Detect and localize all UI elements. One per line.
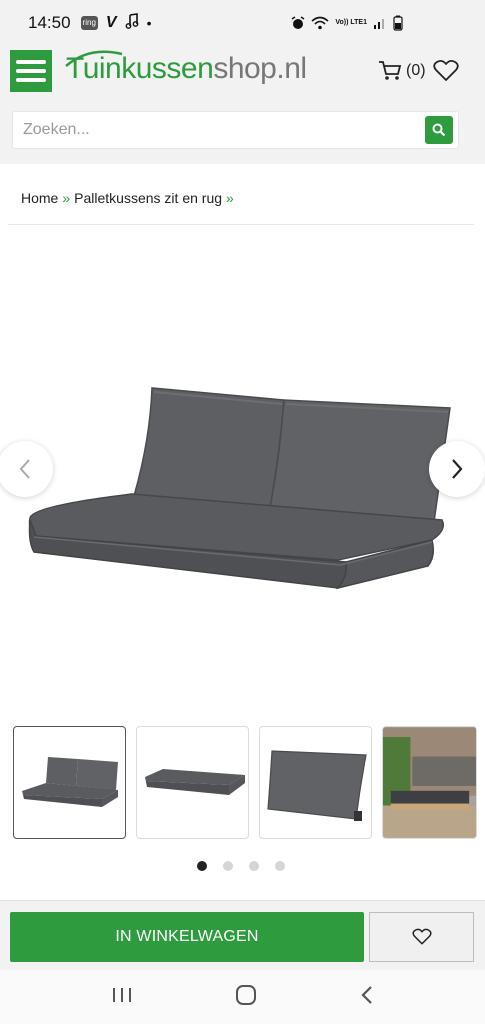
heart-icon bbox=[411, 928, 432, 945]
breadcrumb: Home » Palletkussens zit en rug » bbox=[21, 190, 234, 206]
divider bbox=[8, 224, 474, 225]
volte-indicator: Vo)) LTE1 bbox=[335, 19, 367, 26]
thumbnail-seat-and-back[interactable] bbox=[13, 726, 126, 839]
thumbnail-strip bbox=[13, 726, 477, 839]
pagination-dot-active[interactable] bbox=[197, 861, 207, 871]
system-navigation-bar bbox=[0, 970, 485, 1024]
status-left: 14:50 ring V • bbox=[28, 12, 152, 34]
chevron-right-icon bbox=[452, 459, 463, 479]
thumbnail-image bbox=[144, 768, 245, 795]
status-bar: 14:50 ring V • Vo)) LTE1 bbox=[0, 0, 485, 46]
heart-icon bbox=[433, 59, 459, 81]
recent-apps-icon bbox=[113, 987, 132, 1002]
search-icon bbox=[432, 123, 446, 137]
thumbnail-garden-scene[interactable] bbox=[382, 726, 477, 839]
signal-icon bbox=[373, 17, 387, 29]
add-to-cart-button[interactable]: IN WINKELWAGEN bbox=[10, 912, 364, 962]
notification-dot-icon: • bbox=[146, 15, 152, 31]
v-app-icon: V bbox=[105, 14, 117, 31]
home-button[interactable] bbox=[235, 984, 257, 1011]
site-logo[interactable]: Tuinkussenshop.nl bbox=[65, 50, 307, 86]
status-time: 14:50 bbox=[28, 13, 71, 32]
logo-swoosh-icon bbox=[65, 50, 123, 67]
shopping-cart-icon bbox=[379, 61, 402, 80]
status-right: Vo)) LTE1 bbox=[291, 15, 403, 31]
ring-app-icon: ring bbox=[80, 16, 98, 30]
pagination-dot[interactable] bbox=[223, 861, 233, 871]
hamburger-menu-button[interactable] bbox=[10, 50, 52, 92]
menu-line bbox=[16, 60, 46, 64]
gallery-pagination bbox=[197, 861, 285, 871]
cart-button[interactable]: (0) bbox=[378, 60, 426, 82]
breadcrumb-separator: » bbox=[226, 190, 234, 206]
home-icon bbox=[236, 984, 257, 1005]
menu-line bbox=[16, 78, 46, 82]
search-button[interactable] bbox=[425, 116, 453, 144]
music-note-icon bbox=[125, 12, 139, 34]
sticky-action-bar: IN WINKELWAGEN bbox=[0, 900, 485, 970]
thumbnail-back-cushion[interactable] bbox=[259, 726, 372, 839]
thumbnail-seat-cushion[interactable] bbox=[136, 726, 249, 839]
cart-count: (0) bbox=[406, 62, 426, 79]
chevron-left-icon bbox=[19, 459, 30, 479]
wishlist-button[interactable] bbox=[433, 59, 459, 88]
site-header: Tuinkussenshop.nl (0) bbox=[0, 46, 485, 164]
recent-apps-button[interactable] bbox=[111, 986, 133, 1009]
search-input[interactable] bbox=[13, 121, 425, 139]
battery-icon bbox=[393, 15, 403, 31]
breadcrumb-separator: » bbox=[62, 190, 71, 206]
thumbnail-image bbox=[21, 756, 118, 807]
menu-line bbox=[16, 69, 46, 73]
add-to-wishlist-button[interactable] bbox=[369, 912, 474, 962]
breadcrumb-home-link[interactable]: Home bbox=[21, 190, 58, 206]
alarm-icon bbox=[291, 16, 305, 30]
search-bar bbox=[12, 111, 459, 149]
thumbnail-image bbox=[383, 727, 476, 838]
product-main-image[interactable] bbox=[22, 370, 462, 610]
pagination-dot[interactable] bbox=[275, 861, 285, 871]
back-button[interactable] bbox=[360, 984, 374, 1011]
logo-text-gray: shop.nl bbox=[213, 52, 307, 85]
gallery-next-button[interactable] bbox=[429, 441, 485, 497]
breadcrumb-category-link[interactable]: Palletkussens zit en rug bbox=[74, 190, 222, 206]
pagination-dot[interactable] bbox=[249, 861, 259, 871]
wifi-icon bbox=[311, 16, 329, 30]
thumbnail-image bbox=[266, 749, 367, 821]
back-chevron-icon bbox=[361, 985, 372, 1004]
